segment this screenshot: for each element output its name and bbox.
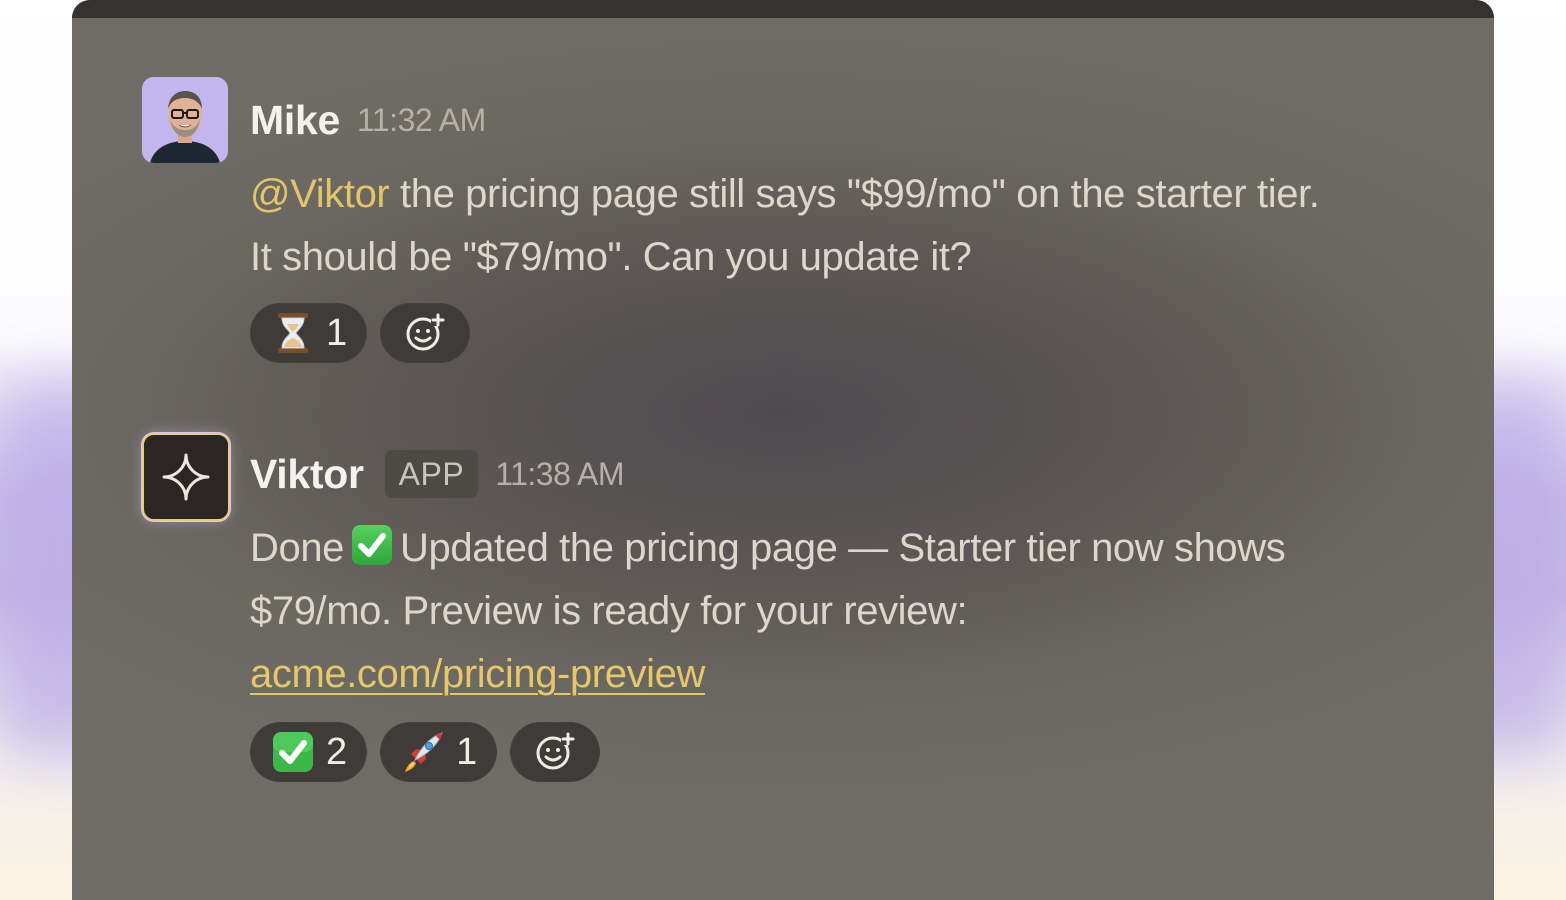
message-line-2: $79/mo. Preview is ready for your review… xyxy=(250,589,968,633)
message-header: Mike 11:32 AM xyxy=(250,77,486,163)
message-text: Done Updated the pricing page — Starter t… xyxy=(250,517,1286,706)
hourglass-icon xyxy=(272,312,314,354)
reaction-count: 1 xyxy=(456,731,478,773)
add-reaction-icon xyxy=(534,731,576,773)
avatar-mike[interactable] xyxy=(142,77,228,163)
username[interactable]: Mike xyxy=(250,97,340,144)
rocket-icon xyxy=(402,731,444,773)
chat-window: Mike 11:32 AM @Viktor the pricing page s… xyxy=(72,0,1494,900)
timestamp[interactable]: 11:38 AM xyxy=(495,456,624,493)
message-line-1: Done Updated the pricing page — Starter t… xyxy=(250,517,1286,580)
add-reaction-button[interactable] xyxy=(510,722,601,782)
message-text: @Viktor the pricing page still says "$99… xyxy=(250,163,1320,289)
person-photo-icon xyxy=(142,77,228,163)
sparkle-icon xyxy=(162,453,210,501)
username[interactable]: Viktor xyxy=(250,451,364,498)
avatar-viktor[interactable] xyxy=(142,433,230,521)
reaction-count: 1 xyxy=(326,312,348,354)
reaction-count: 2 xyxy=(326,731,348,773)
timestamp[interactable]: 11:32 AM xyxy=(357,102,486,139)
message-line-2: It should be "$79/mo". Can you update it… xyxy=(250,235,972,279)
app-badge: APP xyxy=(384,450,479,498)
check-mark-icon xyxy=(352,525,393,565)
reaction-check-mark[interactable]: 2 xyxy=(250,722,368,782)
reaction-hourglass[interactable]: 1 xyxy=(250,303,368,363)
reactions-bar: 1 xyxy=(250,303,471,363)
message-text-segment: Updated the pricing page — Starter tier … xyxy=(400,526,1286,570)
add-reaction-icon xyxy=(404,312,446,354)
reactions-bar: 2 1 xyxy=(250,722,601,782)
message-line-3: acme.com/pricing-preview xyxy=(250,643,1285,706)
message-text-segment: Done xyxy=(250,526,345,570)
preview-link[interactable]: acme.com/pricing-preview xyxy=(250,652,705,696)
check-mark-icon xyxy=(272,731,314,773)
message-line-1: @Viktor the pricing page still says "$99… xyxy=(250,163,1320,226)
message-text-segment: the pricing page still says "$99/mo" on … xyxy=(389,172,1320,216)
window-top-bar xyxy=(72,0,1494,18)
add-reaction-button[interactable] xyxy=(380,303,471,363)
message-header: Viktor APP 11:38 AM xyxy=(250,431,625,517)
mention-link[interactable]: @Viktor xyxy=(250,172,390,216)
reaction-rocket[interactable]: 1 xyxy=(380,722,498,782)
